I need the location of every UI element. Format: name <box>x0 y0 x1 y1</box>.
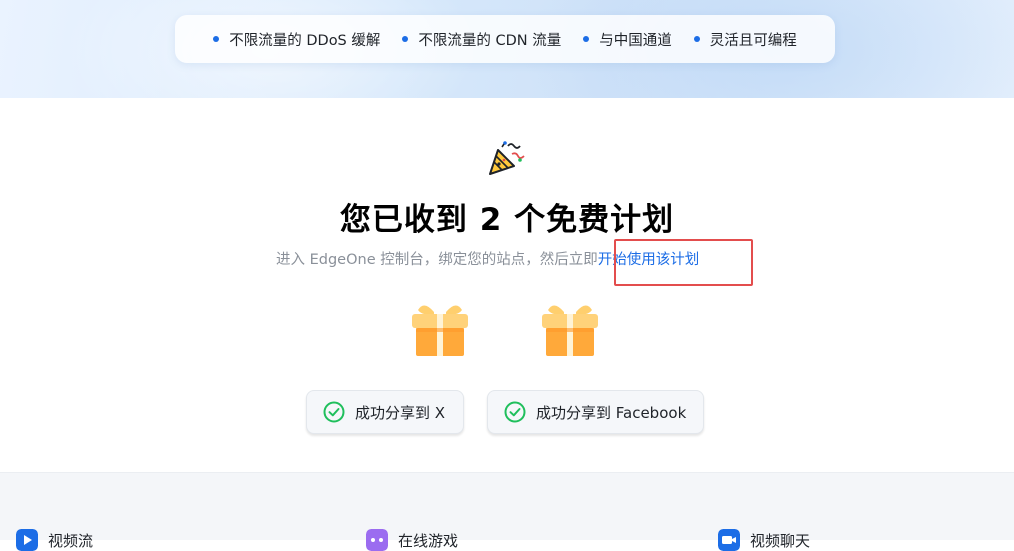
category-label: 视频流 <box>48 531 94 550</box>
category-label: 视频聊天 <box>750 531 811 550</box>
success-panel: 您已收到 2 个免费计划 进入 EdgeOne 控制台，绑定您的站点，然后立即开… <box>0 98 1014 472</box>
page-title: 您已收到 2 个免费计划 <box>339 202 675 238</box>
feature-item: 与中国通道 <box>583 29 672 50</box>
video-play-icon <box>16 529 38 551</box>
use-case-section: 视频流 在线游戏 视频聊天 <box>0 473 1014 551</box>
video-camera-icon <box>718 529 740 551</box>
category-video-chat[interactable]: 视频聊天 <box>718 529 810 551</box>
feature-item: 灵活且可编程 <box>693 29 797 50</box>
share-facebook-button[interactable]: 成功分享到 Facebook <box>487 390 704 434</box>
share-x-label: 成功分享到 X <box>355 403 446 422</box>
feature-item: 不限流量的 DDoS 缓解 <box>213 29 380 50</box>
bullet-icon <box>693 36 700 42</box>
subtitle-text: 进入 EdgeOne 控制台，绑定您的站点，然后立即 <box>276 252 598 268</box>
highlight-box <box>614 239 753 286</box>
feature-list: 不限流量的 DDoS 缓解 不限流量的 CDN 流量 与中国通道 灵活且可编程 <box>175 15 835 63</box>
check-circle-icon <box>323 401 345 423</box>
gift-icon <box>542 305 598 356</box>
feature-label: 灵活且可编程 <box>709 32 797 49</box>
category-video-streaming[interactable]: 视频流 <box>16 529 93 551</box>
feature-label: 不限流量的 CDN 流量 <box>418 32 562 49</box>
feature-label: 不限流量的 DDoS 缓解 <box>229 32 381 49</box>
party-popper-icon <box>489 141 525 175</box>
category-label: 在线游戏 <box>398 531 459 550</box>
share-x-button[interactable]: 成功分享到 X <box>306 390 464 434</box>
feature-label: 与中国通道 <box>599 32 672 49</box>
hero-banner: 不限流量的 DDoS 缓解 不限流量的 CDN 流量 与中国通道 灵活且可编程 <box>0 0 1014 98</box>
bullet-icon <box>402 36 409 42</box>
share-facebook-label: 成功分享到 Facebook <box>536 403 687 422</box>
feature-item: 不限流量的 CDN 流量 <box>402 29 561 50</box>
category-online-gaming[interactable]: 在线游戏 <box>366 529 458 551</box>
gift-icon <box>412 305 468 356</box>
bullet-icon <box>583 36 590 42</box>
bullet-icon <box>213 36 220 42</box>
gamepad-icon <box>366 529 388 551</box>
check-circle-icon <box>504 401 526 423</box>
